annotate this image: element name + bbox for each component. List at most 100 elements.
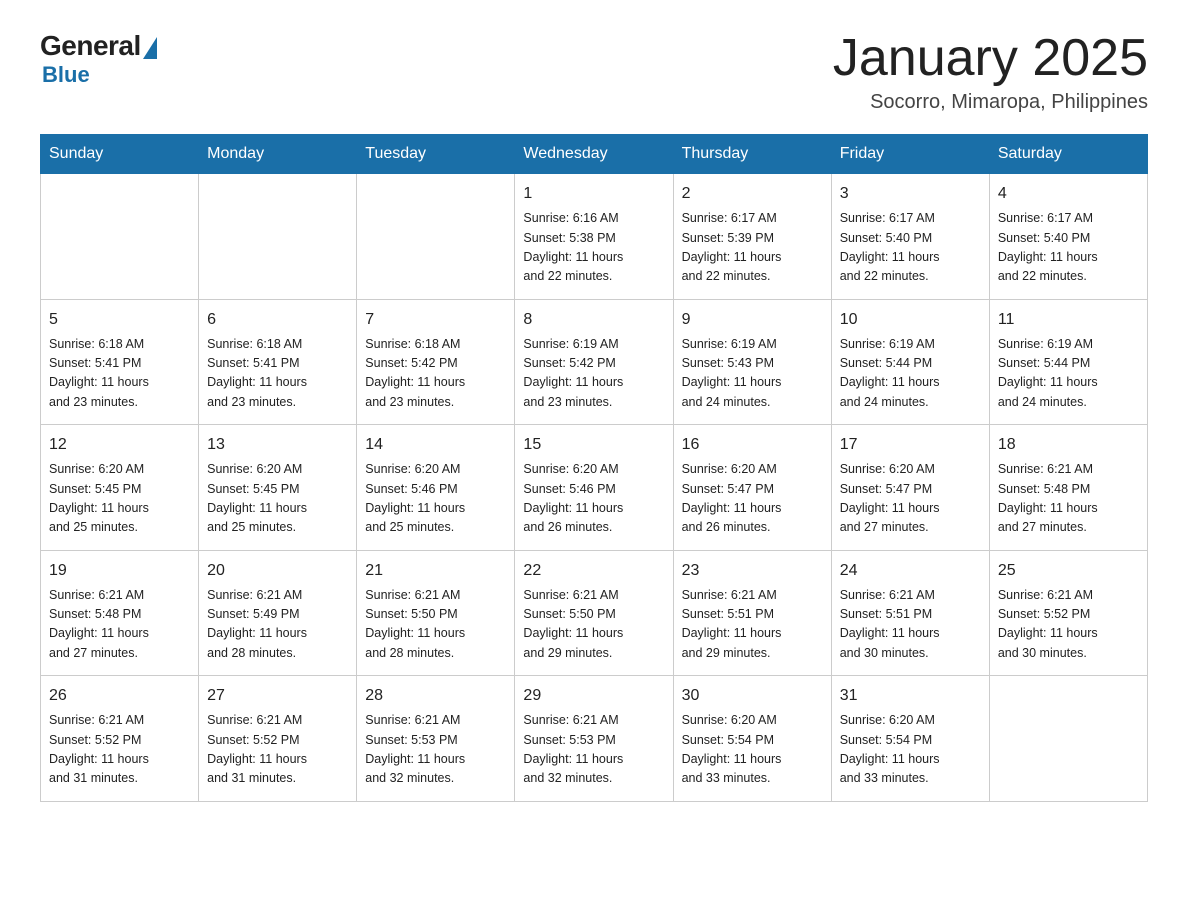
day-number: 22	[523, 559, 664, 583]
calendar-cell: 13 Sunrise: 6:20 AM Sunset: 5:45 PM Dayli…	[199, 425, 357, 551]
day-number: 4	[998, 182, 1139, 206]
day-info: Sunrise: 6:20 AM Sunset: 5:45 PM Dayligh…	[207, 460, 348, 538]
day-number: 27	[207, 684, 348, 708]
location-text: Socorro, Mimaropa, Philippines	[833, 91, 1148, 114]
logo: General Blue	[40, 30, 157, 88]
calendar-cell: 6Sunrise: 6:18 AM Sunset: 5:41 PM Daylig…	[199, 299, 357, 425]
day-number: 19	[49, 559, 190, 583]
calendar-week-row: 5Sunrise: 6:18 AM Sunset: 5:41 PM Daylig…	[41, 299, 1148, 425]
day-number: 26	[49, 684, 190, 708]
header-wednesday: Wednesday	[515, 135, 673, 174]
day-info: Sunrise: 6:19 AM Sunset: 5:43 PM Dayligh…	[682, 335, 823, 413]
title-area: January 2025 Socorro, Mimaropa, Philippi…	[833, 30, 1148, 114]
header-monday: Monday	[199, 135, 357, 174]
day-info: Sunrise: 6:21 AM Sunset: 5:48 PM Dayligh…	[998, 460, 1139, 538]
calendar-cell: 29 Sunrise: 6:21 AM Sunset: 5:53 PM Dayli…	[515, 676, 673, 802]
day-info: Sunrise: 6:21 AM Sunset: 5:53 PM Dayligh…	[365, 711, 506, 789]
day-number: 31	[840, 684, 981, 708]
calendar-cell: 27 Sunrise: 6:21 AM Sunset: 5:52 PM Dayli…	[199, 676, 357, 802]
calendar-week-row: 26 Sunrise: 6:21 AM Sunset: 5:52 PM Dayli…	[41, 676, 1148, 802]
calendar-week-row: 1 Sunrise: 6:16 AM Sunset: 5:38 PM Daylig…	[41, 174, 1148, 300]
day-info: Sunrise: 6:16 AM Sunset: 5:38 PM Dayligh…	[523, 209, 664, 287]
day-number: 14	[365, 433, 506, 457]
day-info: Sunrise: 6:21 AM Sunset: 5:52 PM Dayligh…	[998, 586, 1139, 664]
calendar-week-row: 12 Sunrise: 6:20 AM Sunset: 5:45 PM Dayli…	[41, 425, 1148, 551]
day-info: Sunrise: 6:21 AM Sunset: 5:53 PM Dayligh…	[523, 711, 664, 789]
logo-general-text: General	[40, 30, 141, 62]
day-info: Sunrise: 6:20 AM Sunset: 5:54 PM Dayligh…	[682, 711, 823, 789]
day-number: 17	[840, 433, 981, 457]
day-number: 11	[998, 308, 1139, 332]
day-info: Sunrise: 6:21 AM Sunset: 5:52 PM Dayligh…	[49, 711, 190, 789]
calendar-cell: 22 Sunrise: 6:21 AM Sunset: 5:50 PM Dayli…	[515, 550, 673, 676]
calendar-cell: 3Sunrise: 6:17 AM Sunset: 5:40 PM Daylig…	[831, 174, 989, 300]
day-number: 25	[998, 559, 1139, 583]
calendar-cell: 28 Sunrise: 6:21 AM Sunset: 5:53 PM Dayli…	[357, 676, 515, 802]
day-info: Sunrise: 6:20 AM Sunset: 5:54 PM Dayligh…	[840, 711, 981, 789]
logo-blue-text: Blue	[42, 62, 90, 88]
day-info: Sunrise: 6:18 AM Sunset: 5:41 PM Dayligh…	[207, 335, 348, 413]
header-saturday: Saturday	[989, 135, 1147, 174]
day-info: Sunrise: 6:20 AM Sunset: 5:47 PM Dayligh…	[682, 460, 823, 538]
calendar-cell: 8 Sunrise: 6:19 AM Sunset: 5:42 PM Daylig…	[515, 299, 673, 425]
calendar-cell: 26 Sunrise: 6:21 AM Sunset: 5:52 PM Dayli…	[41, 676, 199, 802]
calendar-cell	[989, 676, 1147, 802]
calendar-week-row: 19 Sunrise: 6:21 AM Sunset: 5:48 PM Dayli…	[41, 550, 1148, 676]
day-info: Sunrise: 6:17 AM Sunset: 5:40 PM Dayligh…	[998, 209, 1139, 287]
day-info: Sunrise: 6:21 AM Sunset: 5:51 PM Dayligh…	[840, 586, 981, 664]
day-info: Sunrise: 6:21 AM Sunset: 5:50 PM Dayligh…	[365, 586, 506, 664]
day-info: Sunrise: 6:21 AM Sunset: 5:49 PM Dayligh…	[207, 586, 348, 664]
calendar-cell: 21 Sunrise: 6:21 AM Sunset: 5:50 PM Dayli…	[357, 550, 515, 676]
day-info: Sunrise: 6:20 AM Sunset: 5:46 PM Dayligh…	[523, 460, 664, 538]
calendar-cell: 25 Sunrise: 6:21 AM Sunset: 5:52 PM Dayli…	[989, 550, 1147, 676]
day-info: Sunrise: 6:19 AM Sunset: 5:42 PM Dayligh…	[523, 335, 664, 413]
day-number: 28	[365, 684, 506, 708]
calendar-cell: 2 Sunrise: 6:17 AM Sunset: 5:39 PM Daylig…	[673, 174, 831, 300]
header-sunday: Sunday	[41, 135, 199, 174]
calendar-cell: 11 Sunrise: 6:19 AM Sunset: 5:44 PM Dayli…	[989, 299, 1147, 425]
day-number: 20	[207, 559, 348, 583]
month-title: January 2025	[833, 30, 1148, 87]
day-info: Sunrise: 6:19 AM Sunset: 5:44 PM Dayligh…	[998, 335, 1139, 413]
day-info: Sunrise: 6:21 AM Sunset: 5:51 PM Dayligh…	[682, 586, 823, 664]
day-number: 21	[365, 559, 506, 583]
day-number: 10	[840, 308, 981, 332]
day-info: Sunrise: 6:21 AM Sunset: 5:52 PM Dayligh…	[207, 711, 348, 789]
calendar-cell: 17 Sunrise: 6:20 AM Sunset: 5:47 PM Dayli…	[831, 425, 989, 551]
day-number: 24	[840, 559, 981, 583]
day-number: 23	[682, 559, 823, 583]
day-number: 1	[523, 182, 664, 206]
calendar-cell: 9Sunrise: 6:19 AM Sunset: 5:43 PM Daylig…	[673, 299, 831, 425]
day-info: Sunrise: 6:21 AM Sunset: 5:50 PM Dayligh…	[523, 586, 664, 664]
header-thursday: Thursday	[673, 135, 831, 174]
day-info: Sunrise: 6:18 AM Sunset: 5:42 PM Dayligh…	[365, 335, 506, 413]
calendar-cell	[357, 174, 515, 300]
day-number: 29	[523, 684, 664, 708]
calendar-cell: 19 Sunrise: 6:21 AM Sunset: 5:48 PM Dayli…	[41, 550, 199, 676]
day-number: 13	[207, 433, 348, 457]
calendar-cell: 5Sunrise: 6:18 AM Sunset: 5:41 PM Daylig…	[41, 299, 199, 425]
day-number: 2	[682, 182, 823, 206]
day-info: Sunrise: 6:21 AM Sunset: 5:48 PM Dayligh…	[49, 586, 190, 664]
header-tuesday: Tuesday	[357, 135, 515, 174]
calendar-cell: 23 Sunrise: 6:21 AM Sunset: 5:51 PM Dayli…	[673, 550, 831, 676]
day-number: 16	[682, 433, 823, 457]
calendar-cell: 15 Sunrise: 6:20 AM Sunset: 5:46 PM Dayli…	[515, 425, 673, 551]
calendar-cell: 4 Sunrise: 6:17 AM Sunset: 5:40 PM Daylig…	[989, 174, 1147, 300]
day-info: Sunrise: 6:17 AM Sunset: 5:39 PM Dayligh…	[682, 209, 823, 287]
day-info: Sunrise: 6:18 AM Sunset: 5:41 PM Dayligh…	[49, 335, 190, 413]
day-number: 15	[523, 433, 664, 457]
day-info: Sunrise: 6:20 AM Sunset: 5:47 PM Dayligh…	[840, 460, 981, 538]
calendar-header-row: Sunday Monday Tuesday Wednesday Thursday…	[41, 135, 1148, 174]
day-info: Sunrise: 6:20 AM Sunset: 5:45 PM Dayligh…	[49, 460, 190, 538]
calendar-cell: 24 Sunrise: 6:21 AM Sunset: 5:51 PM Dayli…	[831, 550, 989, 676]
calendar-cell: 14Sunrise: 6:20 AM Sunset: 5:46 PM Dayli…	[357, 425, 515, 551]
day-number: 12	[49, 433, 190, 457]
day-info: Sunrise: 6:19 AM Sunset: 5:44 PM Dayligh…	[840, 335, 981, 413]
calendar-cell: 16 Sunrise: 6:20 AM Sunset: 5:47 PM Dayli…	[673, 425, 831, 551]
calendar-cell: 31 Sunrise: 6:20 AM Sunset: 5:54 PM Dayli…	[831, 676, 989, 802]
calendar-cell: 1 Sunrise: 6:16 AM Sunset: 5:38 PM Daylig…	[515, 174, 673, 300]
day-number: 8	[523, 308, 664, 332]
page-header: General Blue January 2025 Socorro, Mimar…	[40, 30, 1148, 114]
day-number: 18	[998, 433, 1139, 457]
